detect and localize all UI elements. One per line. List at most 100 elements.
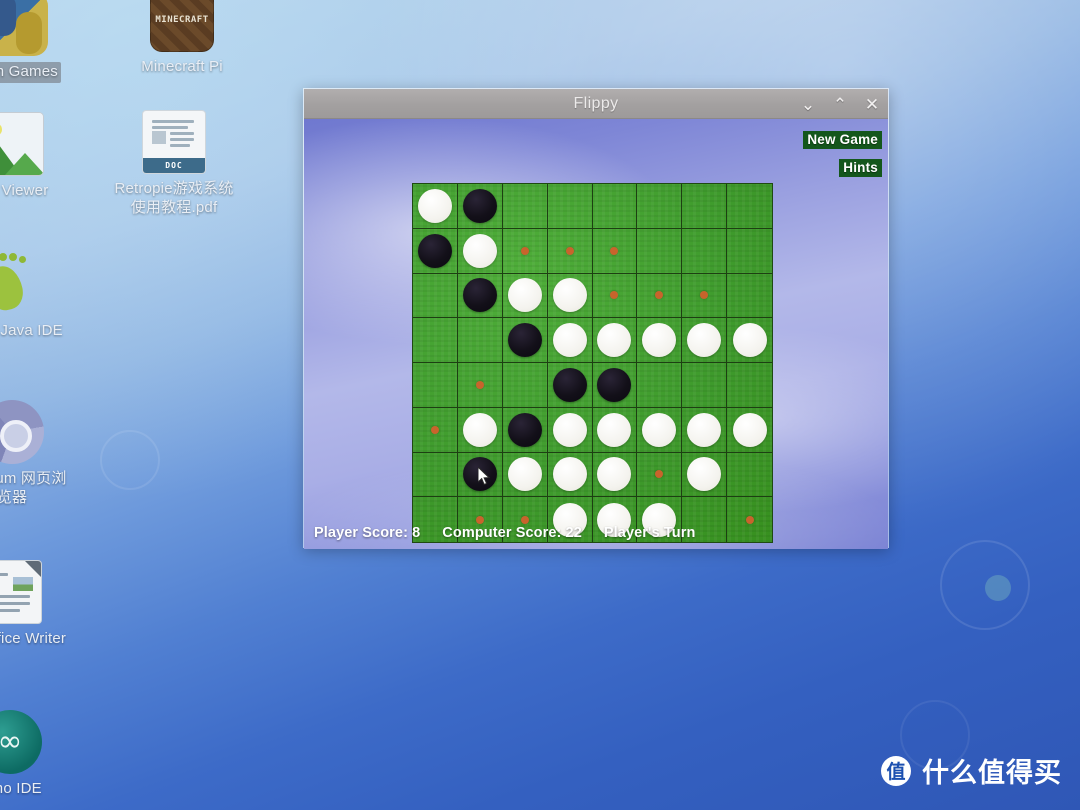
- window-controls: ⌄ ⌃ ✕: [800, 89, 880, 119]
- lens-blotch: [940, 540, 1030, 630]
- board-cell[interactable]: [502, 184, 548, 229]
- board-cell[interactable]: [592, 184, 638, 229]
- black-disc: [507, 323, 542, 358]
- white-disc: [642, 412, 677, 447]
- hint-marker: [610, 291, 619, 300]
- desktop-icon-greenfoot-java-ide[interactable]: ...foot Java IDE: [0, 252, 70, 341]
- board-cell[interactable]: [682, 363, 728, 408]
- board-cell[interactable]: [592, 363, 638, 408]
- greenfoot-icon: [0, 252, 42, 316]
- board-cell[interactable]: [727, 229, 772, 274]
- desktop-icon-minecraft-pi[interactable]: MINECRAFT Minecraft Pi: [122, 0, 242, 77]
- side-buttons: New Game Hints: [790, 131, 882, 187]
- player-score: Player Score: 8: [314, 525, 421, 541]
- lens-blotch: [100, 430, 160, 490]
- white-disc: [417, 188, 452, 223]
- watermark: 值 什么值得买: [881, 751, 1062, 790]
- black-disc: [462, 188, 497, 223]
- desktop-icon-label: Minecraft Pi: [141, 58, 223, 75]
- board-cell[interactable]: [547, 228, 593, 274]
- white-disc: [507, 278, 542, 313]
- board-cell[interactable]: [457, 407, 503, 453]
- board-cell[interactable]: [502, 273, 548, 319]
- board-cell[interactable]: [413, 228, 458, 274]
- board-cell[interactable]: [413, 363, 458, 408]
- board-cell[interactable]: [727, 184, 772, 229]
- board-cell[interactable]: [592, 318, 638, 363]
- board-cell[interactable]: [547, 184, 593, 229]
- desktop-icon-retropie-pdf[interactable]: DOC Retropie游戏系统使用教程.pdf: [114, 110, 234, 218]
- board-cell[interactable]: [413, 452, 458, 498]
- python-icon: [0, 0, 48, 56]
- board-cell[interactable]: [682, 452, 728, 498]
- white-disc: [462, 412, 497, 447]
- board-cell[interactable]: [502, 228, 548, 274]
- board-cell[interactable]: [727, 408, 772, 453]
- board-cell[interactable]: [547, 452, 593, 498]
- board-cell[interactable]: [682, 407, 728, 453]
- board-cell[interactable]: [413, 407, 458, 453]
- board-cell[interactable]: [682, 318, 728, 363]
- board-cell[interactable]: [547, 363, 593, 408]
- white-disc: [597, 412, 632, 447]
- board-cell[interactable]: [592, 273, 638, 319]
- window-titlebar[interactable]: Flippy ⌄ ⌃ ✕: [304, 89, 888, 119]
- board-cell[interactable]: [547, 407, 593, 453]
- board-cell[interactable]: [413, 318, 458, 363]
- board-cell[interactable]: [457, 452, 503, 498]
- hint-marker: [610, 246, 619, 255]
- board-cell[interactable]: [592, 452, 638, 498]
- hint-marker: [565, 246, 574, 255]
- board-cell[interactable]: [637, 184, 683, 229]
- board-cell[interactable]: [457, 318, 503, 363]
- board-cell[interactable]: [502, 407, 548, 453]
- board-cell[interactable]: [727, 363, 772, 408]
- desktop-screen: ...on Games MINECRAFT Minecraft Pi ...e …: [0, 0, 1080, 810]
- desktop-icon-image-viewer[interactable]: ...e Viewer: [0, 112, 72, 201]
- hints-button[interactable]: Hints: [839, 159, 882, 177]
- minecraft-icon: MINECRAFT: [150, 0, 214, 52]
- board-cell[interactable]: [637, 363, 683, 408]
- board-cell[interactable]: [682, 184, 728, 229]
- board-cell[interactable]: [457, 273, 503, 319]
- desktop-icon-python-games[interactable]: ...on Games: [0, 0, 76, 83]
- board-cell[interactable]: [547, 318, 593, 363]
- board-cell[interactable]: [502, 452, 548, 498]
- board-cell[interactable]: [637, 318, 683, 363]
- white-disc: [552, 457, 587, 492]
- board-cell[interactable]: [727, 274, 772, 319]
- desktop-icon-arduino-ide[interactable]: ∞ ...ino IDE: [0, 710, 70, 799]
- othello-board[interactable]: [412, 183, 773, 543]
- board-cell[interactable]: [413, 184, 458, 229]
- board-cell[interactable]: [502, 318, 548, 363]
- new-game-button[interactable]: New Game: [803, 131, 882, 149]
- image-viewer-icon: [0, 112, 44, 176]
- board-cell[interactable]: [637, 407, 683, 453]
- board-cell[interactable]: [413, 273, 458, 319]
- desktop-icon-libreoffice-writer[interactable]: ...reOffice Writer: [0, 560, 70, 649]
- desktop-icon-label: ...ino IDE: [0, 780, 42, 797]
- maximize-icon[interactable]: ⌃: [832, 96, 848, 113]
- board-cell[interactable]: [592, 228, 638, 274]
- board-cell[interactable]: [592, 407, 638, 453]
- black-disc: [462, 278, 497, 313]
- board-cell[interactable]: [682, 273, 728, 319]
- board-cell[interactable]: [637, 228, 683, 274]
- board-cell[interactable]: [637, 273, 683, 319]
- board-cell[interactable]: [457, 363, 503, 408]
- hint-marker: [475, 380, 484, 389]
- desktop-icon-label: ...reOffice Writer: [0, 630, 67, 647]
- board-cell[interactable]: [502, 363, 548, 408]
- board-cell[interactable]: [457, 228, 503, 274]
- black-disc: [507, 412, 542, 447]
- board-cell[interactable]: [727, 318, 772, 363]
- board-cell[interactable]: [727, 453, 772, 498]
- board-cell[interactable]: [682, 228, 728, 274]
- board-cell[interactable]: [637, 452, 683, 498]
- minimize-icon[interactable]: ⌄: [800, 96, 816, 113]
- close-icon[interactable]: ✕: [864, 96, 880, 113]
- white-disc: [462, 233, 497, 268]
- board-cell[interactable]: [547, 273, 593, 319]
- desktop-icon-chromium-browser[interactable]: ...omium 网页浏览器: [0, 400, 72, 508]
- board-cell[interactable]: [457, 184, 503, 229]
